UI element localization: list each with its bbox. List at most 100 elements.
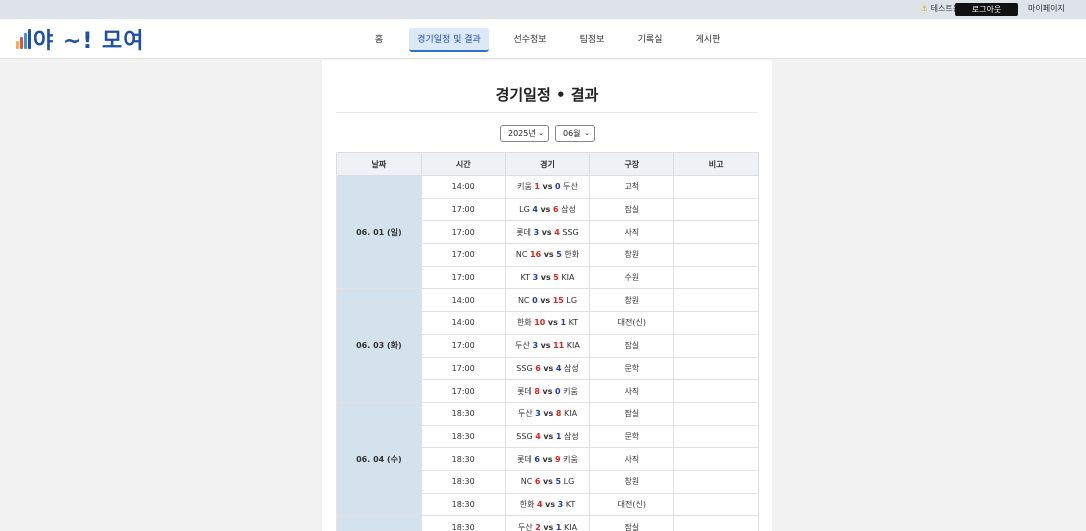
home-team: 두산	[517, 522, 533, 531]
game-cell[interactable]: 한화 10 vs 1 KT	[504, 311, 591, 335]
year-select-value: 2025년	[508, 129, 536, 138]
month-select[interactable]: 06월 ⌄	[555, 125, 595, 142]
stadium-cell: 잠실	[589, 515, 675, 531]
away-score: 9	[555, 454, 561, 464]
time-cell: 17:00	[420, 265, 506, 290]
home-team: 롯데	[517, 454, 532, 464]
time-cell: 18:30	[420, 492, 506, 517]
game-cell[interactable]: SSG 6 vs 4 삼성	[504, 356, 591, 381]
logout-button[interactable]: 로그아웃	[955, 3, 1018, 16]
game-cell[interactable]: 한화 4 vs 3 KT	[504, 492, 591, 517]
stadium-cell: 창원	[589, 243, 675, 267]
date-cell: 06. 04 (수)	[336, 401, 422, 517]
game-cell[interactable]: LG 4 vs 6 삼성	[504, 197, 591, 222]
away-score: 5	[553, 273, 559, 283]
time-cell: 18:30	[420, 424, 506, 449]
away-score: 1	[555, 431, 562, 441]
year-select[interactable]: 2025년 ⌄	[500, 125, 549, 142]
home-team: 한화	[519, 499, 535, 509]
note-cell	[673, 492, 759, 517]
home-team: KT	[520, 273, 531, 283]
stadium-cell: 잠실	[589, 401, 675, 426]
month-select-value: 06월	[563, 129, 581, 138]
home-team: NC	[520, 477, 533, 487]
date-cell	[336, 515, 422, 531]
away-team: 삼성	[563, 431, 579, 441]
table-header-row: 날짜 시간 경기 구장 비고	[336, 152, 759, 176]
vs-label: vs	[540, 295, 551, 305]
game-cell[interactable]: 롯데 6 vs 9 키움	[504, 447, 591, 471]
note-cell	[673, 288, 759, 313]
home-team: SSG	[516, 363, 533, 373]
game-cell[interactable]: 두산 3 vs 11 KIA	[504, 333, 591, 358]
vs-label: vs	[540, 205, 551, 215]
game-cell[interactable]: SSG 4 vs 1 삼성	[504, 424, 591, 449]
away-team: LG	[563, 477, 575, 487]
note-cell	[673, 447, 759, 471]
time-cell: 17:00	[420, 220, 506, 245]
game-cell[interactable]: 두산 3 vs 8 KIA	[504, 401, 591, 426]
nav-records[interactable]: 기록실	[629, 28, 671, 52]
home-score: 2	[535, 522, 541, 531]
stadium-cell: 사직	[589, 447, 675, 471]
vs-label: vs	[543, 431, 554, 441]
away-team: LG	[566, 295, 578, 305]
col-date: 날짜	[336, 152, 422, 176]
time-cell: 18:30	[420, 447, 506, 471]
game-cell[interactable]: 롯데 3 vs 4 SSG	[504, 220, 591, 245]
date-cell: 06. 01 (일)	[336, 174, 422, 290]
note-cell	[673, 220, 759, 245]
home-team: NC	[515, 250, 528, 260]
game-cell[interactable]: 두산 2 vs 1 KIA	[504, 515, 591, 531]
vs-label: vs	[541, 227, 552, 237]
main-nav: 홈 경기일정 및 결과 선수정보 팀정보 기록실 게시판	[0, 28, 1086, 52]
nav-teams[interactable]: 팀정보	[571, 28, 613, 52]
stadium-cell: 창원	[589, 469, 675, 494]
time-cell: 17:00	[420, 379, 506, 403]
time-cell: 14:00	[420, 311, 506, 335]
note-cell	[673, 379, 759, 403]
stadium-cell: 고척	[589, 175, 675, 199]
home-score: 4	[532, 205, 538, 215]
top-bar: ⚓ 테스트용 님 로그아웃 마이페이지	[0, 0, 1086, 19]
game-cell[interactable]: 키움 1 vs 0 두산	[504, 175, 591, 199]
note-cell	[673, 197, 759, 222]
nav-schedule[interactable]: 경기일정 및 결과	[409, 28, 489, 52]
home-score: 0	[532, 295, 538, 305]
table-row: 18:30 두산 2 vs 1 KIA 잠실	[336, 515, 759, 531]
game-cell[interactable]: NC 6 vs 5 LG	[504, 469, 591, 494]
game-cell[interactable]: NC 16 vs 5 한화	[504, 243, 591, 267]
vs-label: vs	[542, 182, 553, 192]
note-cell	[673, 401, 759, 426]
table-row: 06. 01 (일) 14:00 키움 1 vs 0 두산 고척	[336, 174, 759, 290]
game-cell[interactable]: KT 3 vs 5 KIA	[504, 265, 591, 290]
away-team: 삼성	[561, 205, 576, 215]
vs-label: vs	[542, 454, 553, 464]
away-team: 두산	[563, 182, 578, 192]
away-team: KIA	[561, 273, 575, 283]
away-team: 키움	[563, 454, 578, 464]
game-cell[interactable]: 롯데 8 vs 0 키움	[504, 379, 591, 403]
time-cell: 14:00	[420, 288, 506, 313]
home-team: 롯데	[516, 227, 532, 237]
game-cell[interactable]: NC 0 vs 15 LG	[504, 288, 591, 313]
schedule-body: 06. 01 (일) 14:00 키움 1 vs 0 두산 고척 17:00 LG 4 v…	[336, 174, 759, 531]
away-score: 4	[554, 227, 560, 237]
nav-home[interactable]: 홈	[366, 28, 392, 52]
home-score: 1	[534, 182, 540, 192]
away-score: 4	[555, 363, 562, 373]
vs-label: vs	[543, 363, 554, 373]
mypage-link[interactable]: 마이페이지	[1028, 3, 1065, 14]
vs-label: vs	[542, 386, 553, 396]
time-cell: 17:00	[420, 243, 506, 267]
away-team: KT	[568, 318, 579, 328]
away-score: 8	[555, 409, 562, 419]
nav-board[interactable]: 게시판	[687, 28, 729, 52]
nav-players[interactable]: 선수정보	[505, 28, 555, 52]
time-cell: 17:00	[420, 333, 506, 358]
home-score: 3	[535, 409, 541, 419]
away-team: SSG	[562, 227, 579, 237]
note-cell	[673, 175, 759, 199]
home-score: 3	[532, 341, 539, 351]
stadium-cell: 대전(신)	[589, 311, 675, 335]
